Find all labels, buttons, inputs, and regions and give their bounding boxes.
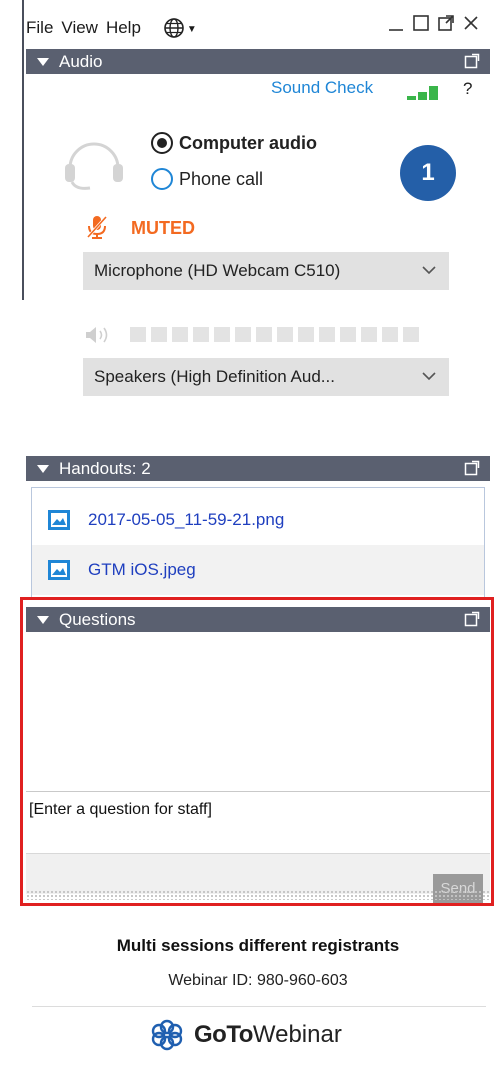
speakers-select[interactable]: Speakers (High Definition Aud... [83,358,449,396]
handout-item[interactable]: GTM iOS.jpeg [32,545,484,595]
popout-panel-icon[interactable] [464,460,480,476]
globe-icon[interactable] [163,17,185,39]
handouts-header[interactable]: Handouts: 2 [26,456,490,481]
image-file-icon [48,560,70,580]
maximize-icon[interactable] [412,14,430,32]
speaker-level-meter [130,327,419,342]
audio-header-label: Audio [59,51,103,71]
audio-header[interactable]: Audio [26,49,490,74]
handouts-header-label: Handouts: 2 [59,458,151,478]
menu-view[interactable]: View [61,18,98,38]
handouts-list: 2017-05-05_11-59-21.png GTM iOS.jpeg [31,487,485,600]
headset-icon [65,142,123,190]
flower-logo-icon [151,1019,183,1051]
menubar: File View Help ▼ [26,12,488,44]
window-controls [387,14,480,32]
muted-status: MUTED [131,218,195,238]
popout-icon[interactable] [437,14,455,32]
panel-edge [22,0,24,300]
popout-panel-icon[interactable] [464,53,480,69]
phone-call-option[interactable]: Phone call [151,168,263,190]
phone-call-label: Phone call [179,168,264,189]
session-title: Multi sessions different registrants [116,936,400,955]
computer-audio-option[interactable]: Computer audio [151,132,317,154]
minimize-icon[interactable] [387,14,405,32]
chevron-down-icon [422,372,436,381]
speaker-icon [86,327,108,343]
brand-light-text: Webinar [252,1021,342,1048]
questions-highlight-outline [20,597,494,906]
audio-help-button[interactable]: ? [463,79,472,99]
gotowebinar-logo: GoTo Webinar [150,1018,342,1052]
brand-bold-text: GoTo [194,1021,253,1048]
muted-microphone-icon[interactable] [86,214,108,240]
language-caret-icon[interactable]: ▼ [187,24,197,35]
webinar-id: Webinar ID: 980-960-603 [168,972,348,989]
menu-file[interactable]: File [26,18,53,38]
microphone-select[interactable]: Microphone (HD Webcam C510) [83,252,449,290]
microphone-select-value: Microphone (HD Webcam C510) [94,261,341,280]
radio-selected-icon[interactable] [151,132,173,154]
collapse-triangle-icon[interactable] [37,464,49,473]
handout-item[interactable]: 2017-05-05_11-59-21.png [32,495,484,545]
menu-help[interactable]: Help [106,18,141,38]
chevron-down-icon [422,266,436,275]
divider [32,1006,486,1007]
computer-audio-label: Computer audio [179,132,317,153]
radio-unselected-icon[interactable] [151,168,173,190]
sound-check-link[interactable]: Sound Check [271,78,373,98]
close-icon[interactable] [462,14,480,32]
handout-filename: 2017-05-05_11-59-21.png [88,510,285,529]
step-badge: 1 [400,145,456,201]
handout-filename: GTM iOS.jpeg [88,560,196,579]
image-file-icon [48,510,70,530]
signal-strength-icon [407,86,438,100]
speakers-select-value: Speakers (High Definition Aud... [94,367,335,386]
collapse-triangle-icon[interactable] [37,57,49,66]
